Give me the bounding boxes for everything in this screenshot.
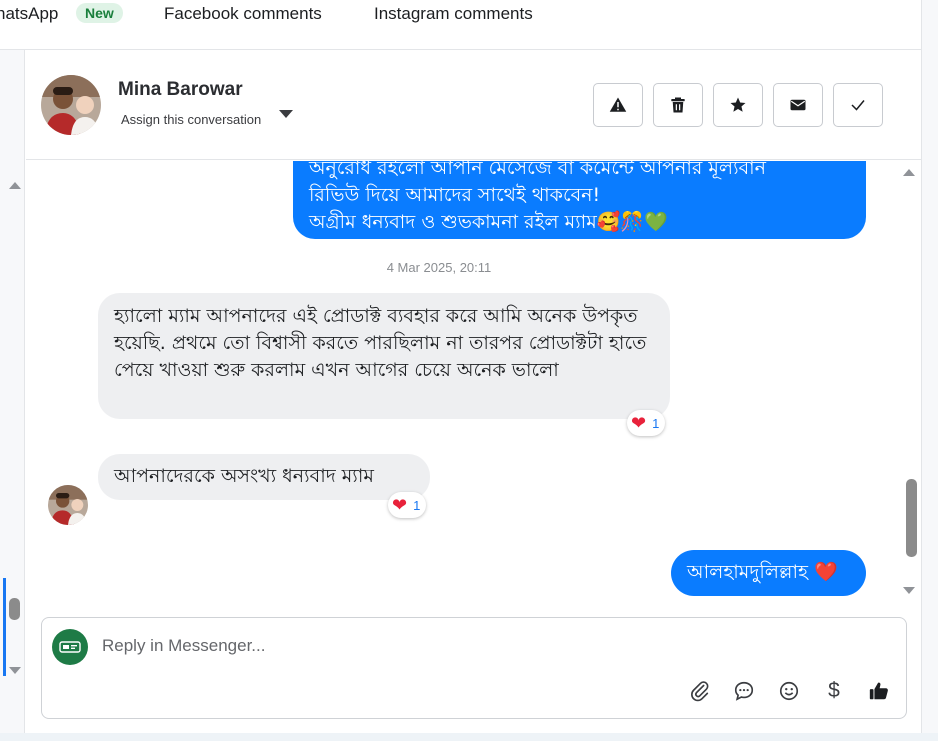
- attach-button[interactable]: [687, 678, 713, 704]
- trash-icon: [671, 97, 685, 113]
- scroll-up-arrow[interactable]: [903, 169, 915, 176]
- reply-composer: $: [41, 617, 907, 719]
- check-icon: [851, 100, 865, 111]
- page-avatar: [52, 629, 88, 665]
- heart-icon: ❤: [631, 412, 647, 433]
- tab-instagram-comments[interactable]: Instagram comments: [374, 4, 533, 24]
- reply-input[interactable]: [102, 636, 802, 656]
- payment-button[interactable]: $: [821, 678, 847, 704]
- conversation-list-edge: [0, 50, 25, 733]
- scroll-down-arrow[interactable]: [903, 587, 915, 594]
- left-scroll-down-arrow[interactable]: [9, 667, 21, 674]
- contact-avatar[interactable]: [41, 75, 101, 135]
- incoming-message: আপনাদেরকে অসংখ্য ধন্যবাদ ম্যাম: [98, 454, 430, 500]
- envelope-icon: [790, 99, 806, 111]
- outgoing-message: আলহামদুলিল্লাহ ❤️: [671, 550, 866, 596]
- tab-whatsapp[interactable]: hatsApp: [0, 4, 58, 24]
- message-thread: অনুরোধ রইলো আপনি মেসেজে বা কমেন্টে আপনার…: [26, 161, 896, 601]
- mark-unread-button[interactable]: [773, 83, 823, 127]
- left-scrollbar-thumb[interactable]: [9, 598, 20, 620]
- message-line: রিভিউ দিয়ে আমাদের সাথেই থাকবেন!: [309, 184, 601, 206]
- star-icon: [730, 97, 746, 112]
- message-line: অনুরোধ রইলো আপনি মেসেজে বা কমেন্টে আপনার…: [309, 161, 767, 179]
- message-reaction[interactable]: ❤ 1: [388, 492, 427, 518]
- mark-done-button[interactable]: [833, 83, 883, 127]
- dollar-icon: $: [828, 679, 840, 702]
- paperclip-icon: [691, 681, 709, 702]
- outgoing-message: অনুরোধ রইলো আপনি মেসেজে বা কমেন্টে আপনার…: [293, 161, 866, 239]
- delete-button[interactable]: [653, 83, 703, 127]
- left-scroll-up-arrow[interactable]: [9, 182, 21, 189]
- comment-icon: [734, 681, 754, 701]
- message-timestamp: 4 Mar 2025, 20:11: [386, 260, 492, 275]
- page-logo-icon: [59, 641, 81, 653]
- heart-icon: ❤: [392, 494, 408, 515]
- new-badge: New: [76, 3, 123, 23]
- sender-avatar[interactable]: [48, 485, 88, 525]
- tab-facebook-comments[interactable]: Facebook comments: [164, 4, 322, 24]
- contact-name: Mina Barowar: [118, 79, 243, 100]
- report-spam-button[interactable]: [593, 83, 643, 127]
- assign-conversation-label[interactable]: Assign this conversation: [121, 112, 261, 127]
- selected-indicator: [3, 578, 6, 676]
- assign-dropdown-caret-icon[interactable]: [279, 110, 293, 118]
- emoji-icon: [779, 681, 799, 701]
- channel-tabs: hatsApp New Facebook comments Instagram …: [0, 0, 922, 50]
- send-like-button[interactable]: [866, 678, 892, 704]
- reaction-count: 1: [413, 497, 421, 513]
- warning-icon: [609, 97, 627, 112]
- incoming-message: হ্যালো ম্যাম আপনাদের এই প্রোডাক্ট ব্যবহা…: [98, 293, 670, 419]
- thread-scrollbar[interactable]: [897, 161, 921, 601]
- scrollbar-thumb[interactable]: [906, 479, 917, 557]
- star-button[interactable]: [713, 83, 763, 127]
- window-bottom-edge: [0, 733, 938, 741]
- saved-replies-button[interactable]: [731, 678, 757, 704]
- emoji-button[interactable]: [776, 678, 802, 704]
- window-edge: [921, 0, 938, 741]
- message-reaction[interactable]: ❤ 1: [627, 410, 666, 436]
- reaction-count: 1: [652, 415, 660, 431]
- conversation-header: Mina Barowar Assign this conversation: [26, 50, 921, 160]
- message-line: অগ্রীম ধন্যবাদ ও শুভকামনা রইল ম্যাম🥰🎊💚: [309, 211, 668, 233]
- thumbs-up-icon: [869, 682, 888, 700]
